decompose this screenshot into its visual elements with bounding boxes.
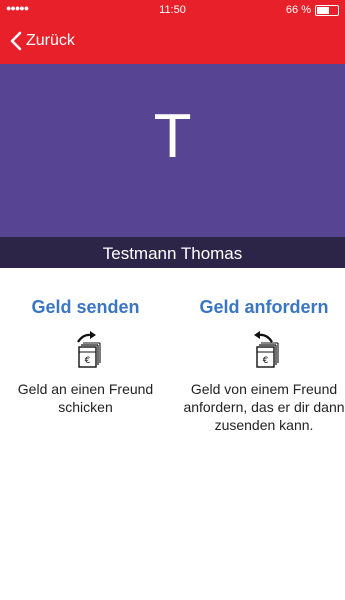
- svg-text:€: €: [84, 356, 90, 366]
- battery-fill: [317, 6, 329, 14]
- navigation-bar: Zurück: [0, 20, 345, 64]
- send-money-icon[interactable]: €: [69, 330, 103, 370]
- request-money-description: Geld von einem Freund anfordern, das er …: [183, 381, 345, 433]
- contact-name: Testmann Thomas: [102, 244, 243, 263]
- send-money-option[interactable]: Geld senden € Geld an einen Freund schic…: [8, 297, 163, 416]
- send-money-description: Geld an einen Freund schicken: [17, 381, 154, 415]
- request-money-title[interactable]: Geld anfordern: [183, 297, 345, 318]
- chevron-left-icon: [10, 31, 22, 51]
- back-button[interactable]: Zurück: [10, 31, 75, 51]
- back-label: Zurück: [26, 32, 75, 49]
- status-bar: ●●●●● 11:50 66 %: [0, 0, 345, 20]
- send-money-title[interactable]: Geld senden: [8, 297, 163, 318]
- battery-indicator: 66 %: [286, 4, 339, 16]
- request-money-option[interactable]: Geld anfordern € Geld von einem Freund a…: [183, 297, 345, 434]
- contact-name-bar: Testmann Thomas: [0, 237, 345, 268]
- request-money-icon[interactable]: €: [247, 330, 281, 370]
- battery-icon: [315, 4, 339, 16]
- battery-percent: 66 %: [285, 4, 311, 16]
- contact-initial: T: [153, 102, 192, 171]
- contact-header: T: [0, 64, 345, 237]
- svg-text:€: €: [263, 356, 269, 366]
